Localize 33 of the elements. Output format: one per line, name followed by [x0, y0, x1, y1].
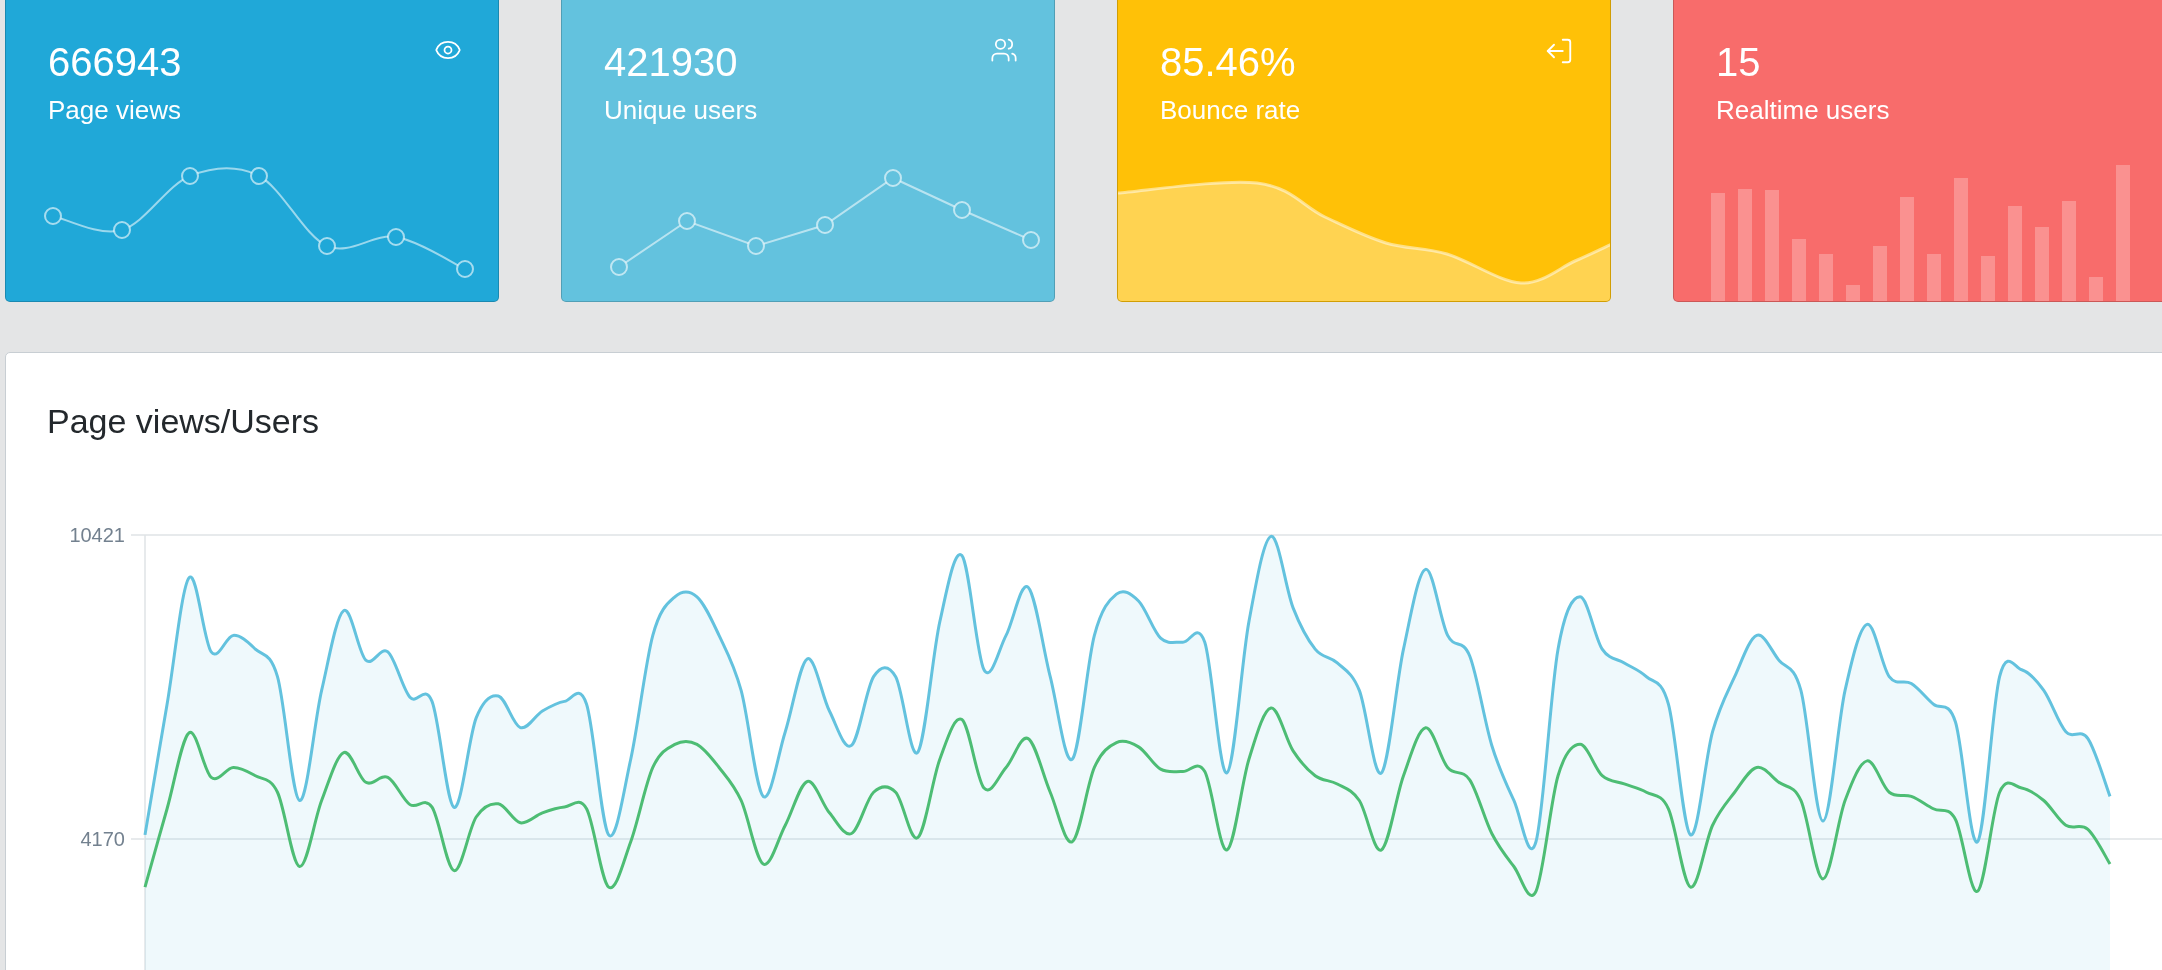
- data-point: [747, 237, 765, 255]
- stat-label: Realtime users: [1716, 94, 1890, 127]
- data-point: [44, 207, 62, 225]
- data-point: [610, 258, 628, 276]
- stat-label: Bounce rate: [1160, 94, 1301, 127]
- panel-title: Page views/Users: [47, 401, 321, 442]
- data-point: [113, 221, 131, 239]
- data-point: [884, 169, 902, 187]
- axis-tick-label: 4170: [80, 828, 125, 850]
- data-point: [250, 167, 268, 185]
- data-point: [456, 260, 474, 278]
- bar: [1873, 246, 1887, 301]
- bar: [1846, 285, 1860, 301]
- axis-tick-label: 10421: [69, 524, 125, 546]
- bar: [1981, 256, 1995, 301]
- bar: [1792, 239, 1806, 301]
- data-point: [953, 201, 971, 219]
- users-icon: [990, 36, 1018, 64]
- stat-value: 421930: [604, 39, 739, 86]
- bar: [1927, 254, 1941, 301]
- stat-value: 15: [1716, 39, 1762, 86]
- data-point: [678, 212, 696, 230]
- bar: [1819, 254, 1833, 301]
- data-point: [816, 216, 834, 234]
- stat-value: 85.46%: [1160, 39, 1297, 86]
- data-point: [318, 237, 336, 255]
- data-point: [387, 228, 405, 246]
- bar: [2089, 277, 2103, 301]
- data-point: [1022, 231, 1040, 249]
- data-point: [181, 167, 199, 185]
- stat-label: Unique users: [604, 94, 758, 127]
- stat-value: 666943: [48, 39, 182, 86]
- stat-label: Page views: [48, 94, 182, 127]
